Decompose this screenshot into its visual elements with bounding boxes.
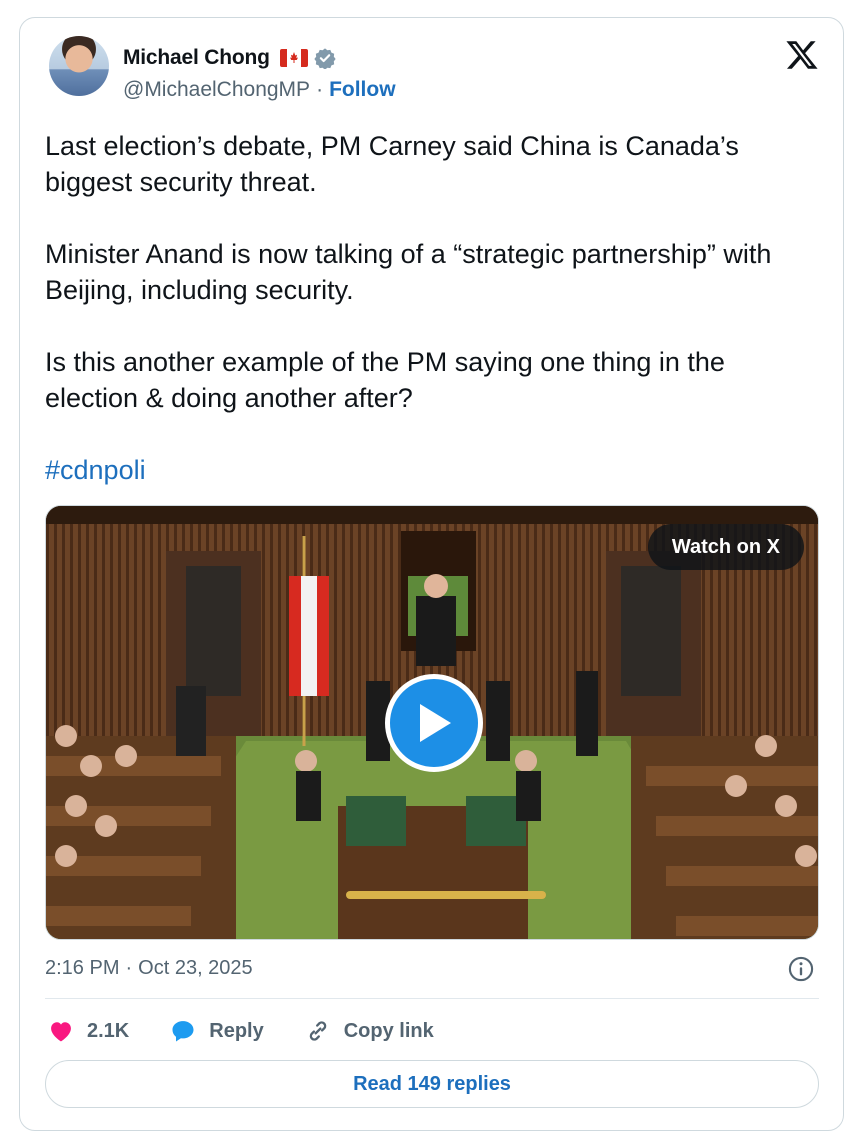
tweet-card: Michael Chong @MichaelChongMP · Follow L… bbox=[19, 17, 844, 1131]
tweet-time: 2:16 PM bbox=[45, 957, 120, 979]
play-icon[interactable] bbox=[385, 674, 483, 772]
tweet-paragraph: Last election’s debate, PM Carney said C… bbox=[45, 131, 739, 197]
divider bbox=[45, 998, 819, 999]
canada-flag-icon bbox=[279, 49, 308, 67]
link-icon bbox=[304, 1017, 332, 1045]
handle-separator: · bbox=[316, 78, 324, 101]
read-replies-button[interactable]: Read 149 replies bbox=[45, 1060, 819, 1108]
author-handle[interactable]: @MichaelChongMP bbox=[123, 78, 310, 102]
hashtag-link[interactable]: #cdnpoli bbox=[45, 455, 146, 485]
like-count: 2.1K bbox=[87, 1019, 130, 1042]
author-handle-row: @MichaelChongMP · Follow bbox=[123, 78, 396, 102]
like-button[interactable]: 2.1K bbox=[47, 1017, 129, 1045]
timestamp-separator: · bbox=[125, 957, 133, 979]
tweet-paragraph: Minister Anand is now talking of a “stra… bbox=[45, 239, 772, 305]
tweet-timestamp[interactable]: 2:16 PM · Oct 23, 2025 bbox=[45, 957, 253, 980]
copy-link-label: Copy link bbox=[343, 1019, 434, 1042]
watch-on-x-button[interactable]: Watch on X bbox=[647, 524, 804, 570]
author-name[interactable]: Michael Chong bbox=[123, 46, 270, 70]
reply-bubble-icon bbox=[169, 1017, 197, 1045]
video-thumbnail[interactable]: Watch on X bbox=[45, 505, 819, 940]
copy-link-button[interactable]: Copy link bbox=[304, 1017, 434, 1045]
reply-button[interactable]: Reply bbox=[169, 1017, 264, 1045]
reply-label: Reply bbox=[209, 1019, 264, 1042]
heart-icon bbox=[47, 1017, 75, 1045]
follow-button[interactable]: Follow bbox=[329, 78, 396, 102]
tweet-text: Last election’s debate, PM Carney said C… bbox=[45, 128, 825, 488]
tweet-date: Oct 23, 2025 bbox=[138, 957, 253, 979]
author-avatar[interactable] bbox=[49, 36, 109, 96]
action-bar: 2.1K Reply Copy link bbox=[47, 1014, 474, 1048]
x-logo-icon[interactable] bbox=[785, 38, 819, 72]
author-name-row: Michael Chong bbox=[123, 44, 336, 72]
info-icon[interactable] bbox=[787, 955, 815, 983]
verified-badge-icon bbox=[314, 47, 336, 70]
tweet-paragraph: Is this another example of the PM saying… bbox=[45, 347, 725, 413]
